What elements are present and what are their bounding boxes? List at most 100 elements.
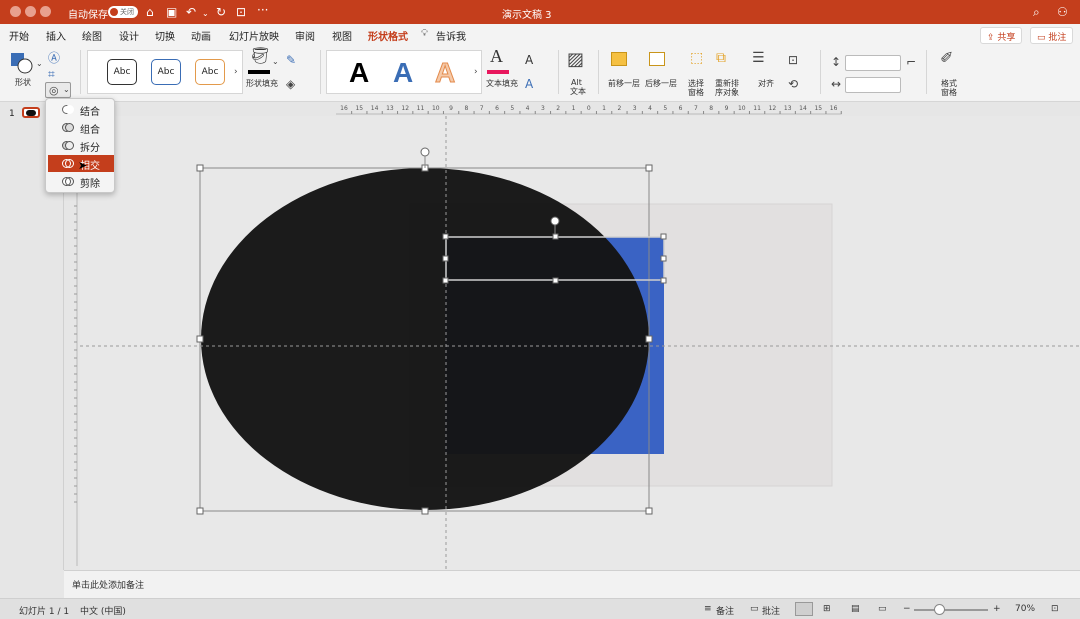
text-fill-icon[interactable]: A [490, 47, 503, 65]
shape-effects-icon[interactable]: ◈ [286, 78, 295, 90]
repeat-icon[interactable]: ⊡ [236, 5, 246, 19]
align-icon[interactable]: ☰ [752, 51, 765, 65]
menu-item-union[interactable]: 结合 [48, 101, 114, 118]
format-pane-icon[interactable]: ✐ [940, 50, 953, 66]
resize-handle[interactable] [196, 164, 204, 172]
ruler-label: 3 [541, 105, 545, 112]
ellipse-shape[interactable] [201, 168, 649, 510]
undo-icon[interactable]: ↶ [186, 5, 196, 19]
separator [558, 50, 559, 94]
tab-slideshow[interactable]: 幻灯片放映 [229, 28, 279, 43]
undo-dropdown-icon[interactable]: ⌄ [202, 7, 209, 21]
fill-dropdown-icon[interactable]: ⌄ [272, 56, 279, 68]
tell-me-search[interactable]: 告诉我 [436, 28, 466, 43]
text-effects-icon[interactable]: A [525, 78, 533, 90]
resize-handle[interactable] [196, 507, 204, 515]
resize-handle[interactable] [552, 233, 559, 240]
shape-style-1[interactable]: Abc [107, 59, 137, 85]
shape-style-3[interactable]: Abc [195, 59, 225, 85]
language[interactable]: 中文 (中国) [80, 604, 126, 617]
share-button[interactable]: ⇪ 共享 [980, 27, 1023, 44]
more-icon[interactable]: ··· [257, 3, 268, 17]
redo-icon[interactable]: ↻ [216, 5, 226, 19]
ellipse-rotate-handle[interactable] [420, 147, 430, 157]
menu-item-combine[interactable]: 组合 [48, 119, 114, 136]
alt-text-icon[interactable]: ▨ [567, 51, 584, 69]
resize-handle[interactable] [196, 335, 204, 343]
account-icon[interactable]: ⚇ [1057, 5, 1068, 19]
notes-toggle[interactable]: 备注 [716, 604, 734, 617]
resize-handle[interactable] [645, 164, 653, 172]
slide-thumbnail[interactable] [22, 107, 40, 118]
wordart-style-1[interactable]: A [349, 57, 369, 89]
selection-pane-icon[interactable]: ⬚ [690, 51, 703, 65]
wordart-style-3[interactable]: A [434, 57, 455, 89]
tab-design[interactable]: 设计 [119, 28, 139, 43]
slide-canvas[interactable] [80, 116, 1080, 570]
normal-view-button[interactable] [795, 602, 813, 616]
zoom-window-button[interactable] [40, 6, 51, 17]
resize-handle[interactable] [660, 233, 667, 240]
resize-handle[interactable] [442, 277, 449, 284]
resize-handle[interactable] [552, 277, 559, 284]
merge-dropdown-icon: ⌄ [63, 85, 70, 94]
styles-more-icon[interactable]: › [234, 66, 238, 78]
fit-slide-icon[interactable]: ⊡ [1051, 604, 1059, 614]
width-field[interactable] [845, 77, 901, 93]
zoom-out-icon[interactable]: − [903, 604, 911, 614]
slide-sorter-icon[interactable]: ⊞ [823, 604, 831, 614]
rectangle-rotate-handle[interactable] [550, 216, 560, 226]
save-icon[interactable]: ▣ [166, 5, 177, 19]
zoom-slider-thumb[interactable] [934, 604, 945, 615]
group-icon[interactable]: ⊡ [788, 54, 798, 66]
tab-animations[interactable]: 动画 [191, 28, 211, 43]
resize-handle[interactable] [660, 255, 667, 262]
shapes-icon[interactable] [10, 52, 34, 74]
zoom-in-icon[interactable]: + [993, 604, 1001, 614]
ruler-label: 8 [709, 105, 713, 112]
text-box-icon[interactable]: Ⓐ [48, 52, 60, 64]
resize-handle[interactable] [442, 255, 449, 262]
reorder-icon[interactable]: ⧉ [716, 51, 726, 65]
shape-style-2[interactable]: Abc [151, 59, 181, 85]
comments-toggle[interactable]: 批注 [762, 604, 780, 617]
lock-aspect-icon[interactable]: ⌐ [906, 56, 916, 68]
tab-draw[interactable]: 绘图 [82, 28, 102, 43]
tab-view[interactable]: 视图 [332, 28, 352, 43]
ruler-label: 12 [769, 105, 777, 112]
resize-handle[interactable] [660, 277, 667, 284]
notes-pane[interactable]: 单击此处添加备注 [64, 570, 1080, 598]
resize-handle[interactable] [421, 507, 429, 515]
reading-view-icon[interactable]: ▤ [851, 604, 860, 614]
merge-shapes-button[interactable]: ◎ ⌄ [45, 82, 71, 98]
home-icon[interactable]: ⌂ [146, 5, 154, 19]
zoom-level[interactable]: 70% [1015, 604, 1035, 614]
minimize-window-button[interactable] [25, 6, 36, 17]
shape-outline-icon[interactable]: ✎ [286, 54, 296, 66]
resize-handle[interactable] [645, 335, 653, 343]
wordart-style-2[interactable]: A [393, 57, 413, 89]
menu-item-fragment[interactable]: 拆分 [48, 137, 114, 154]
tab-insert[interactable]: 插入 [46, 28, 66, 43]
resize-handle[interactable] [645, 507, 653, 515]
close-window-button[interactable] [10, 6, 21, 17]
search-icon[interactable]: ⌕ [1033, 5, 1040, 19]
shapes-dropdown-icon[interactable]: ⌄ [36, 58, 43, 70]
bring-forward-icon[interactable] [611, 52, 627, 66]
wordart-more-icon[interactable]: › [474, 66, 478, 78]
resize-handle[interactable] [442, 233, 449, 240]
rotate-icon[interactable]: ⟲ [788, 78, 798, 90]
paint-bucket-icon[interactable]: 🪣︎ [250, 48, 270, 64]
slideshow-icon[interactable]: ▭ [878, 604, 887, 614]
comments-button[interactable]: ▭ 批注 [1030, 27, 1074, 44]
tab-review[interactable]: 审阅 [295, 28, 315, 43]
height-field[interactable] [845, 55, 901, 71]
autosave-toggle[interactable]: 关闭 [108, 6, 138, 18]
zoom-slider-track[interactable] [914, 609, 988, 611]
text-outline-icon[interactable]: A [525, 54, 533, 66]
send-backward-icon[interactable] [649, 52, 665, 66]
menu-item-subtract[interactable]: 剪除 [48, 173, 114, 190]
tab-transitions[interactable]: 切换 [155, 28, 175, 43]
tab-home[interactable]: 开始 [9, 28, 29, 43]
edit-shape-icon[interactable]: ⌗ [48, 68, 55, 80]
